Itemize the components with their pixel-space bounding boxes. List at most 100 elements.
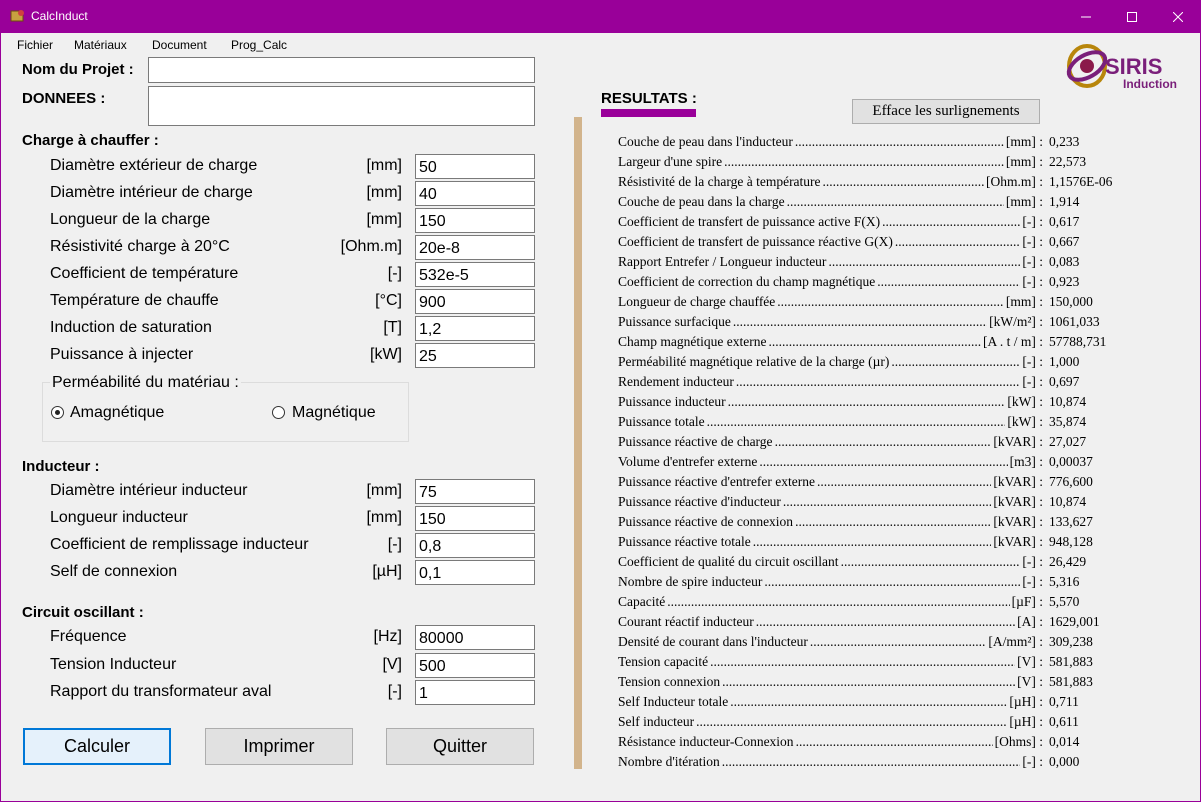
field-input[interactable] [415, 533, 535, 558]
result-label-line: Puissance inducteur [kW] : [618, 394, 1043, 410]
leader-dots [895, 234, 1020, 250]
field-unit: [µH] [372, 563, 402, 580]
radio-amagnetique[interactable] [51, 406, 64, 419]
field-unit: [mm] [366, 184, 402, 201]
result-row: Largeur d'une spire [mm] : 22,573 [618, 151, 1086, 171]
field-input[interactable] [415, 154, 535, 179]
leader-dots [828, 254, 1020, 270]
result-row: Rendement inducteur [-] : 0,697 [618, 371, 1079, 391]
imprimer-button[interactable]: Imprimer [205, 728, 353, 765]
result-row: Puissance surfacique [kW/m²] : 1061,033 [618, 311, 1100, 331]
menu-materiaux[interactable]: Matériaux [74, 38, 127, 52]
result-label-line: Courant réactif inducteur [A] : [618, 614, 1043, 630]
result-row: Courant réactif inducteur [A] : 1629,001 [618, 611, 1100, 631]
result-value: 26,429 [1049, 554, 1087, 569]
radio-magnetique-label[interactable]: Magnétique [292, 404, 376, 422]
field-input[interactable] [415, 262, 535, 287]
menu-bar: Fichier Matériaux Document Prog_Calc [0, 35, 600, 55]
leader-dots [764, 574, 1020, 590]
title-bar[interactable]: CalcInduct [0, 0, 1201, 33]
field-unit: [mm] [366, 509, 402, 526]
quitter-button[interactable]: Quitter [386, 728, 534, 765]
result-label-line: Nombre de spire inducteur [-] : [618, 574, 1043, 590]
leader-dots [877, 274, 1020, 290]
result-value: 0,233 [1049, 134, 1080, 149]
result-unit: [-] : [1022, 254, 1043, 269]
result-unit: [V] : [1017, 674, 1043, 689]
field-input[interactable] [415, 479, 535, 504]
result-label: Self inducteur [618, 714, 695, 729]
result-row: Nombre de spire inducteur [-] : 5,316 [618, 571, 1079, 591]
result-value: 1,914 [1049, 194, 1080, 209]
result-row: Coefficient de transfert de puissance ac… [618, 211, 1079, 231]
field-input[interactable] [415, 343, 535, 368]
menu-document[interactable]: Document [152, 38, 207, 52]
result-label-line: Puissance surfacique [kW/m²] : [618, 314, 1043, 330]
field-label: Température de chauffe [50, 292, 219, 309]
leader-dots [722, 754, 1021, 770]
radio-magnetique[interactable] [272, 406, 285, 419]
field-input[interactable] [415, 625, 535, 650]
result-label: Perméabilité magnétique relative de la c… [618, 354, 890, 369]
result-label-line: Puissance réactive de charge [kVAR] : [618, 434, 1043, 450]
result-row: Tension connexion [V] : 581,883 [618, 671, 1093, 691]
field-label: Longueur inducteur [50, 509, 188, 526]
project-name-input[interactable] [148, 57, 535, 83]
field-label: Induction de saturation [50, 319, 212, 336]
result-value: 0,014 [1049, 734, 1080, 749]
minimize-button[interactable] [1063, 0, 1109, 33]
field-unit: [mm] [366, 211, 402, 228]
field-input[interactable] [415, 235, 535, 260]
menu-fichier[interactable]: Fichier [17, 38, 53, 52]
maximize-button[interactable] [1109, 0, 1155, 33]
clear-highlights-button[interactable]: Efface les surlignements [852, 99, 1040, 124]
result-unit: [kVAR] : [993, 514, 1043, 529]
radio-amagnetique-label[interactable]: Amagnétique [70, 404, 164, 422]
field-label: Self de connexion [50, 563, 178, 580]
result-label: Tension capacité [618, 654, 709, 669]
field-input[interactable] [415, 289, 535, 314]
field-input[interactable] [415, 208, 535, 233]
result-value: 57788,731 [1049, 334, 1107, 349]
field-input[interactable] [415, 680, 535, 705]
result-unit: [kW/m²] : [989, 314, 1043, 329]
donnees-textarea[interactable] [148, 86, 535, 126]
result-unit: [kW] : [1007, 414, 1043, 429]
field-unit: [T] [383, 319, 402, 336]
result-unit: [-] : [1022, 374, 1043, 389]
result-unit: [mm] : [1005, 294, 1043, 309]
result-label: Puissance réactive d'entrefer externe [618, 474, 815, 489]
result-value: 10,874 [1049, 394, 1087, 409]
leader-dots [728, 394, 1006, 410]
result-row: Résistivité de la charge à température [O… [618, 171, 1112, 191]
logo-sub: Induction [1123, 77, 1177, 91]
result-unit: [kVAR] : [993, 434, 1043, 449]
field-label: Résistivité charge à 20°C [50, 238, 230, 255]
result-value: 948,128 [1049, 534, 1093, 549]
result-value: 1,1576E-06 [1049, 174, 1113, 189]
result-row: Couche de peau dans l'inducteur [mm] : 0,2… [618, 131, 1080, 151]
result-value: 1061,033 [1049, 314, 1100, 329]
close-button[interactable] [1155, 0, 1201, 33]
field-input[interactable] [415, 560, 535, 585]
result-unit: [A/mm²] : [988, 634, 1043, 649]
section-divider [574, 117, 582, 769]
field-input[interactable] [415, 316, 535, 341]
menu-prog-calc[interactable]: Prog_Calc [231, 38, 287, 52]
field-input[interactable] [415, 652, 535, 678]
results-title: RESULTATS : [601, 90, 697, 107]
result-row: Densité de courant dans l'inducteur [A/mm… [618, 631, 1093, 651]
result-label-line: Longueur de charge chauffée [mm] : [618, 294, 1043, 310]
result-label: Puissance réactive de charge [618, 434, 773, 449]
field-input[interactable] [415, 506, 535, 531]
result-unit: [-] : [1022, 554, 1043, 569]
result-label: Puissance totale [618, 414, 705, 429]
result-value: 22,573 [1049, 154, 1087, 169]
field-input[interactable] [415, 181, 535, 206]
result-label: Puissance réactive totale [618, 534, 751, 549]
field-unit: [Hz] [373, 628, 402, 645]
result-row: Coefficient de correction du champ magné… [618, 271, 1079, 291]
calculer-button[interactable]: Calculer [23, 728, 171, 765]
result-label-line: Coefficient de qualité du circuit oscill… [618, 554, 1043, 570]
result-row: Puissance réactive de charge [kVAR] : 27,0… [618, 431, 1086, 451]
